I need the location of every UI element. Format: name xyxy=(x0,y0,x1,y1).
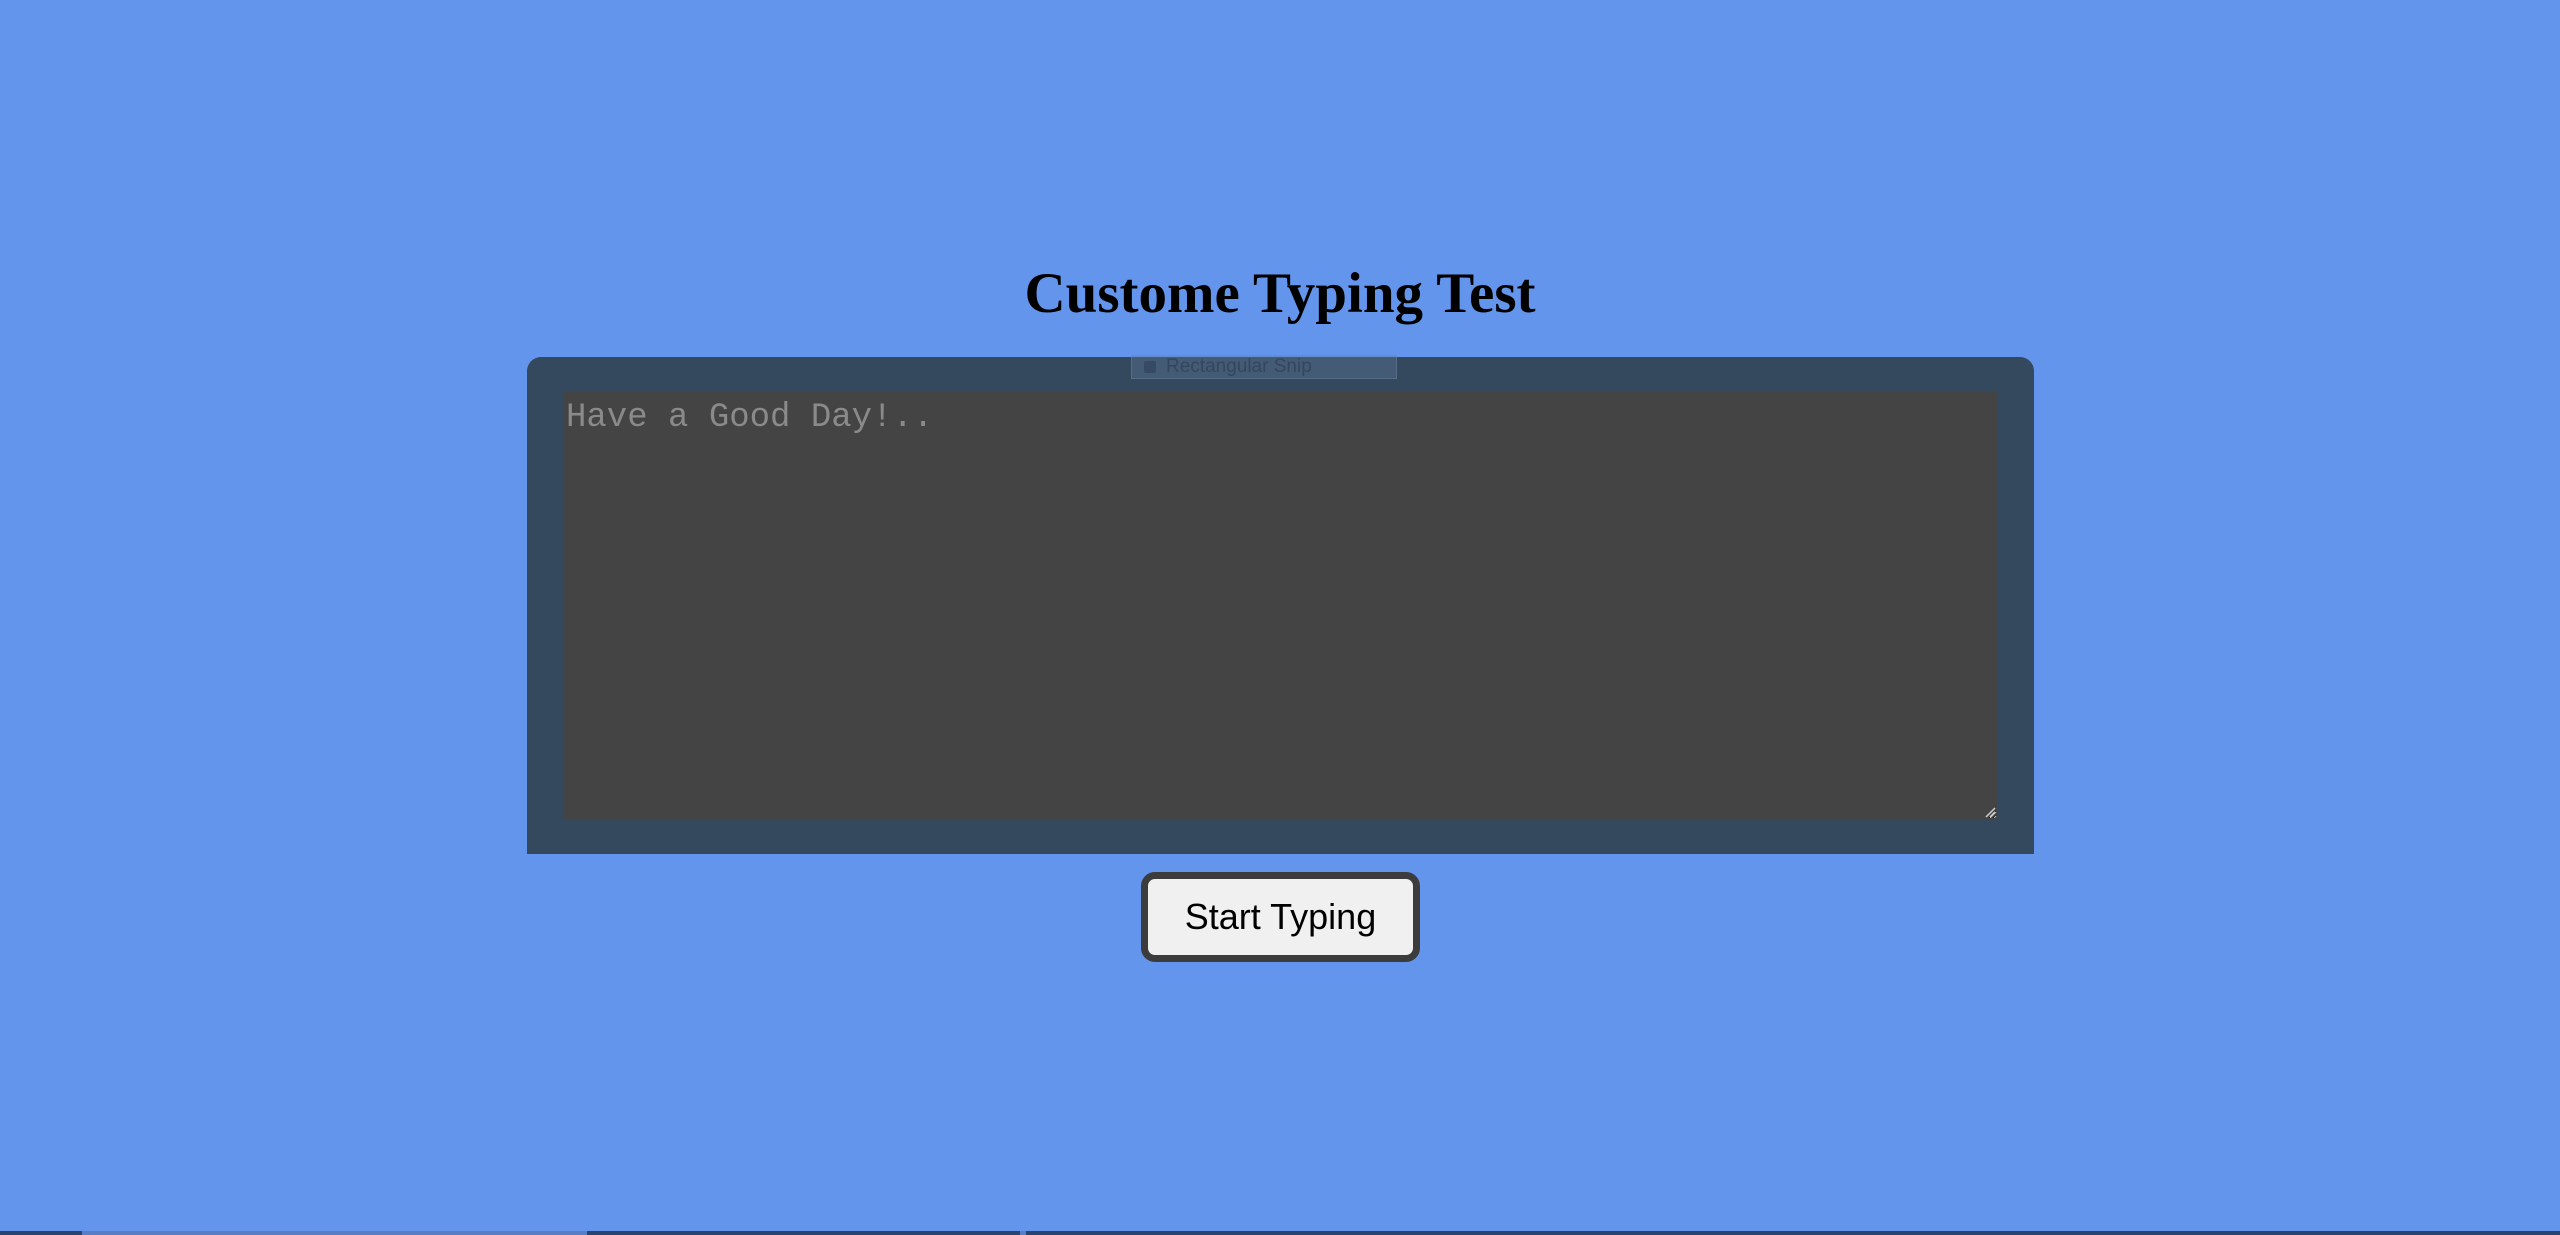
typing-textarea[interactable] xyxy=(563,392,1997,819)
taskbar-segment xyxy=(82,1231,587,1235)
typing-test-page: Custome Typing Test Rectangular Snip Sta… xyxy=(0,0,2560,1235)
snip-mode-icon xyxy=(1144,360,1156,373)
page-title: Custome Typing Test xyxy=(1024,262,1536,325)
taskbar-segment xyxy=(1020,1231,1026,1235)
rectangular-snip-overlay: Rectangular Snip xyxy=(1131,355,1397,379)
taskbar-edge xyxy=(0,1231,2560,1235)
start-typing-button[interactable]: Start Typing xyxy=(1141,872,1420,962)
snip-overlay-label: Rectangular Snip xyxy=(1166,356,1312,377)
resize-grip-icon[interactable] xyxy=(1984,806,1996,818)
